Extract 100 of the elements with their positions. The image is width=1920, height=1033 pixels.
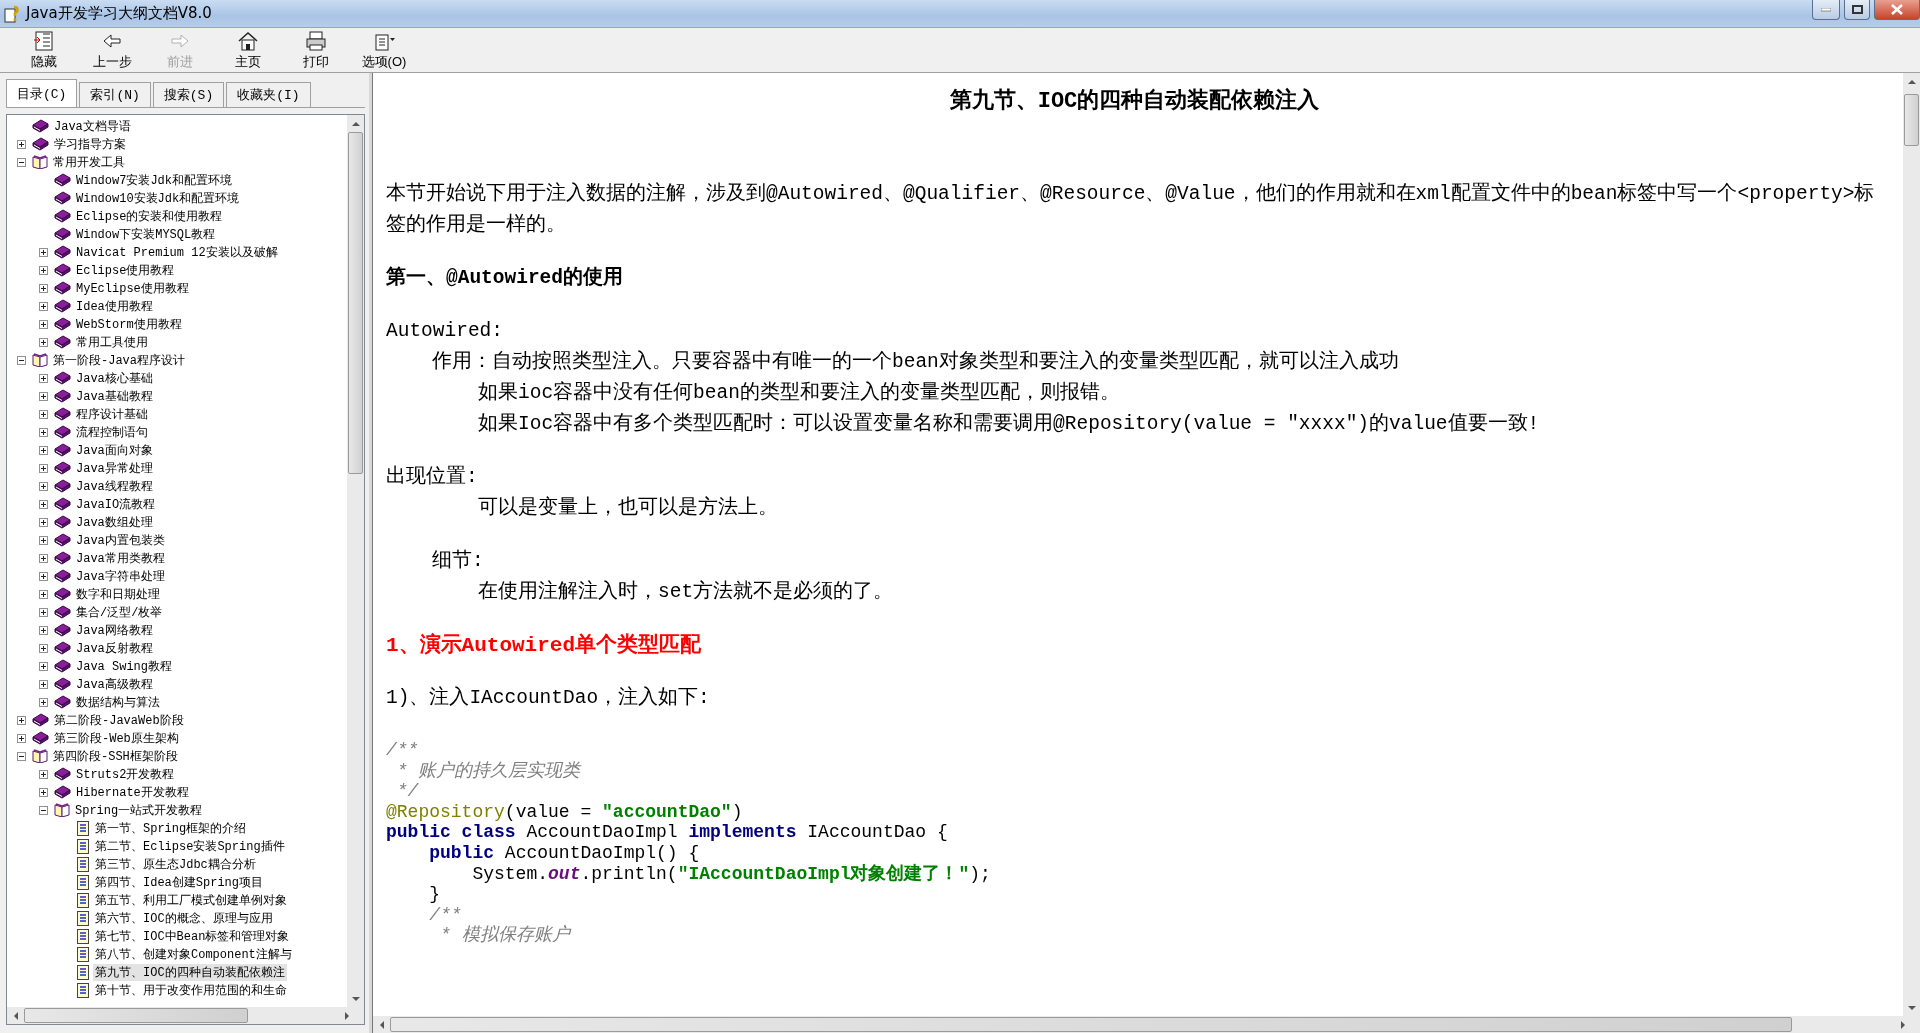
vertical-scrollbar[interactable]	[1903, 73, 1920, 1016]
expand-icon[interactable]	[39, 427, 48, 437]
expand-icon[interactable]	[39, 337, 48, 347]
toolbar-button[interactable]: 主页	[214, 29, 282, 71]
scroll-down-icon[interactable]	[1907, 1003, 1916, 1012]
expand-icon[interactable]	[39, 247, 48, 257]
tree-item[interactable]: Java文档导语	[52, 117, 133, 135]
tree-item[interactable]: 第二阶段-JavaWeb阶段	[52, 711, 186, 729]
scroll-up-icon[interactable]	[1907, 77, 1916, 86]
scroll-up-icon[interactable]	[351, 119, 360, 128]
expand-icon[interactable]	[39, 571, 48, 581]
tree-item[interactable]: Eclipse使用教程	[74, 261, 177, 279]
tree-item[interactable]: Java字符串处理	[74, 567, 167, 585]
tree-item[interactable]: Navicat Premium 12安装以及破解	[74, 243, 280, 261]
toolbar-button[interactable]: 选项(O)	[350, 29, 418, 71]
nav-tab[interactable]: 收藏夹(I)	[226, 82, 311, 107]
toolbar-button[interactable]: 上一步	[78, 29, 146, 71]
expand-icon[interactable]	[39, 463, 48, 473]
tree-item[interactable]: 第十节、用于改变作用范围的和生命	[93, 981, 289, 999]
tree-item[interactable]: Java网络教程	[74, 621, 155, 639]
tree-item[interactable]: 流程控制语句	[74, 423, 150, 441]
tree-item[interactable]: 第八节、创建对象Component注解与	[93, 945, 294, 963]
close-button[interactable]	[1874, 0, 1920, 20]
scrollbar-thumb[interactable]	[1904, 94, 1919, 146]
tree-item[interactable]: Java Swing教程	[74, 657, 174, 675]
expand-icon[interactable]	[39, 301, 48, 311]
tree-item[interactable]: MyEclipse使用教程	[74, 279, 191, 297]
tree-item[interactable]: JavaIO流教程	[74, 495, 158, 513]
scrollbar-thumb[interactable]	[390, 1017, 1792, 1032]
tree-item[interactable]: Hibernate开发教程	[74, 783, 191, 801]
expand-icon[interactable]	[39, 553, 48, 563]
tree-item[interactable]: 第二节、Eclipse安装Spring插件	[93, 837, 287, 855]
expand-icon[interactable]	[39, 283, 48, 293]
tree-item[interactable]: 第六节、IOC的概念、原理与应用	[93, 909, 275, 927]
scroll-right-icon[interactable]	[1899, 1020, 1907, 1029]
expand-icon[interactable]	[39, 787, 48, 797]
scroll-right-icon[interactable]	[343, 1011, 351, 1020]
expand-icon[interactable]	[39, 679, 48, 689]
tree-item[interactable]: 集合/泛型/枚举	[74, 603, 165, 621]
vertical-scrollbar[interactable]	[347, 115, 364, 1007]
tree-item[interactable]: Eclipse的安装和使用教程	[74, 207, 225, 225]
tree-item[interactable]: Window10安装Jdk和配置环境	[74, 189, 242, 207]
collapse-icon[interactable]	[17, 355, 26, 365]
tree-item[interactable]: 第四节、Idea创建Spring项目	[93, 873, 265, 891]
expand-icon[interactable]	[39, 481, 48, 491]
tree-item[interactable]: Struts2开发教程	[74, 765, 177, 783]
nav-tab[interactable]: 搜索(S)	[152, 82, 225, 107]
expand-icon[interactable]	[39, 661, 48, 671]
tree-item[interactable]: 第五节、利用工厂模式创建单例对象	[93, 891, 289, 909]
expand-icon[interactable]	[39, 499, 48, 509]
tree-item[interactable]: 数字和日期处理	[74, 585, 162, 603]
expand-icon[interactable]	[39, 445, 48, 455]
tree-item[interactable]: Java内置包装类	[74, 531, 167, 549]
toolbar-button[interactable]: 隐藏	[10, 29, 78, 71]
expand-icon[interactable]	[39, 409, 48, 419]
tree-item[interactable]: 第九节、IOC的四种自动装配依赖注	[93, 963, 287, 981]
tree-item[interactable]: Java高级教程	[74, 675, 155, 693]
tree-item[interactable]: 第一阶段-Java程序设计	[51, 351, 187, 369]
tree-item[interactable]: Java异常处理	[74, 459, 155, 477]
expand-icon[interactable]	[17, 715, 26, 725]
nav-tab[interactable]: 目录(C)	[6, 79, 78, 107]
tree-item[interactable]: 学习指导方案	[52, 135, 128, 153]
tree-item[interactable]: Java面向对象	[74, 441, 155, 459]
expand-icon[interactable]	[39, 625, 48, 635]
expand-icon[interactable]	[39, 373, 48, 383]
tree-item[interactable]: Idea使用教程	[74, 297, 155, 315]
collapse-icon[interactable]	[17, 157, 26, 167]
tree-item[interactable]: WebStorm使用教程	[74, 315, 184, 333]
tree-item[interactable]: Java反射教程	[74, 639, 155, 657]
tree-item[interactable]: Window7安装Jdk和配置环境	[74, 171, 234, 189]
minimize-button[interactable]	[1812, 0, 1840, 20]
tree-item[interactable]: Java数组处理	[74, 513, 155, 531]
expand-icon[interactable]	[39, 319, 48, 329]
tree-item[interactable]: 数据结构与算法	[74, 693, 162, 711]
tree-item[interactable]: Window下安装MYSQL教程	[74, 225, 218, 243]
tree-item[interactable]: 第三节、原生态Jdbc耦合分析	[93, 855, 258, 873]
expand-icon[interactable]	[39, 535, 48, 545]
tree-item[interactable]: 第四阶段-SSH框架阶段	[51, 747, 180, 765]
expand-icon[interactable]	[39, 517, 48, 527]
tree-item[interactable]: 第七节、IOC中Bean标签和管理对象	[93, 927, 292, 945]
tree-item[interactable]: Java线程教程	[74, 477, 155, 495]
scrollbar-thumb[interactable]	[24, 1008, 248, 1023]
tree-item[interactable]: 常用开发工具	[51, 153, 127, 171]
expand-icon[interactable]	[39, 697, 48, 707]
expand-icon[interactable]	[39, 391, 48, 401]
collapse-icon[interactable]	[39, 805, 48, 815]
tree-item[interactable]: 第一节、Spring框架的介绍	[93, 819, 249, 837]
nav-tab[interactable]: 索引(N)	[79, 82, 151, 107]
expand-icon[interactable]	[39, 607, 48, 617]
expand-icon[interactable]	[39, 589, 48, 599]
horizontal-scrollbar[interactable]	[373, 1016, 1920, 1033]
expand-icon[interactable]	[39, 265, 48, 275]
expand-icon[interactable]	[17, 139, 26, 149]
tree-item[interactable]: Java核心基础	[74, 369, 155, 387]
tree-item[interactable]: 程序设计基础	[74, 405, 150, 423]
expand-icon[interactable]	[39, 769, 48, 779]
tree-item[interactable]: 第三阶段-Web原生架构	[52, 729, 181, 747]
tree-item[interactable]: Spring一站式开发教程	[73, 801, 205, 819]
tree-item[interactable]: Java常用类教程	[74, 549, 167, 567]
expand-icon[interactable]	[39, 643, 48, 653]
